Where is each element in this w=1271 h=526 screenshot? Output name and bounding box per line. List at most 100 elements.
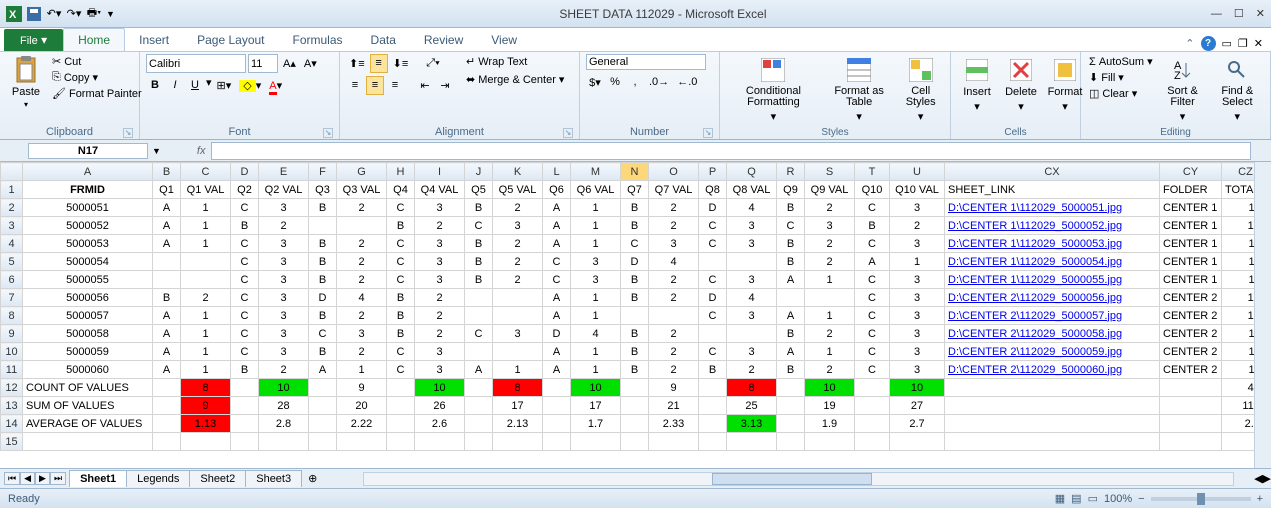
header-cell[interactable]: Q5 xyxy=(465,181,493,199)
data-cell[interactable] xyxy=(727,325,777,343)
header-cell[interactable]: Q3 VAL xyxy=(337,181,387,199)
data-cell[interactable]: 2 xyxy=(337,307,387,325)
data-cell[interactable]: 2 xyxy=(649,289,699,307)
data-cell[interactable]: 5000060 xyxy=(23,361,153,379)
data-cell[interactable]: B xyxy=(621,361,649,379)
data-cell[interactable]: B xyxy=(387,289,415,307)
data-cell[interactable]: 2 xyxy=(805,199,855,217)
data-cell[interactable]: 3 xyxy=(415,235,465,253)
copy-button[interactable]: ⎘ Copy ▾ xyxy=(50,70,144,85)
data-cell[interactable]: 3 xyxy=(415,253,465,271)
minimize-icon[interactable]: — xyxy=(1211,8,1222,20)
data-cell[interactable]: C xyxy=(621,235,649,253)
data-cell[interactable]: 5000058 xyxy=(23,325,153,343)
col-header-O[interactable]: O xyxy=(649,163,699,181)
data-cell[interactable]: 2 xyxy=(337,199,387,217)
col-header-G[interactable]: G xyxy=(337,163,387,181)
sheet-link[interactable]: D:\CENTER 2\112029_5000058.jpg xyxy=(945,325,1160,343)
summary-cell[interactable]: 26 xyxy=(415,397,465,415)
data-cell[interactable] xyxy=(309,217,337,235)
data-cell[interactable]: 1 xyxy=(181,325,231,343)
align-bottom-icon[interactable]: ⬇≡ xyxy=(390,54,412,73)
data-cell[interactable]: 3 xyxy=(259,271,309,289)
data-cell[interactable]: 3 xyxy=(259,325,309,343)
summary-cell[interactable]: 17 xyxy=(571,397,621,415)
data-cell[interactable]: 3 xyxy=(259,199,309,217)
data-cell[interactable]: A xyxy=(543,307,571,325)
redo-icon[interactable]: ↷▾ xyxy=(66,6,82,22)
data-cell[interactable]: 3 xyxy=(259,235,309,253)
increase-font-icon[interactable]: A▴ xyxy=(280,54,299,73)
undo-icon[interactable]: ↶▾ xyxy=(46,6,62,22)
summary-cell[interactable]: 10 xyxy=(890,379,945,397)
increase-indent-icon[interactable]: ⇥ xyxy=(436,76,454,95)
summary-cell[interactable]: 10 xyxy=(259,379,309,397)
sheet-link[interactable]: D:\CENTER 1\112029_5000054.jpg xyxy=(945,253,1160,271)
font-size-input[interactable] xyxy=(248,54,278,73)
select-all-corner[interactable] xyxy=(1,163,23,181)
data-cell[interactable]: 1 xyxy=(571,217,621,235)
data-cell[interactable]: A xyxy=(543,199,571,217)
data-cell[interactable]: 1 xyxy=(571,289,621,307)
row-header-8[interactable]: 8 xyxy=(1,307,23,325)
data-cell[interactable]: 2 xyxy=(649,217,699,235)
data-cell[interactable]: D xyxy=(699,199,727,217)
data-cell[interactable]: A xyxy=(777,271,805,289)
data-cell[interactable]: A xyxy=(543,235,571,253)
align-center-icon[interactable]: ≡ xyxy=(366,76,384,95)
data-cell[interactable] xyxy=(153,253,181,271)
row-header-10[interactable]: 10 xyxy=(1,343,23,361)
summary-cell[interactable]: 1.9 xyxy=(805,415,855,433)
data-cell[interactable]: 2 xyxy=(493,253,543,271)
header-cell[interactable]: Q2 VAL xyxy=(259,181,309,199)
data-cell[interactable]: D xyxy=(543,325,571,343)
data-cell[interactable]: C xyxy=(231,271,259,289)
data-cell[interactable]: B xyxy=(621,343,649,361)
summary-cell[interactable]: 21 xyxy=(649,397,699,415)
summary-cell[interactable]: 9 xyxy=(181,397,231,415)
underline-button[interactable]: U xyxy=(186,76,204,95)
view-normal-icon[interactable]: ▦ xyxy=(1055,492,1065,505)
data-cell[interactable]: 3 xyxy=(890,325,945,343)
data-cell[interactable]: A xyxy=(153,343,181,361)
name-box[interactable]: N17 xyxy=(28,143,148,159)
new-sheet-icon[interactable]: ⊕ xyxy=(302,472,323,485)
data-cell[interactable]: 3 xyxy=(259,343,309,361)
sheet-link[interactable]: D:\CENTER 2\112029_5000059.jpg xyxy=(945,343,1160,361)
summary-cell[interactable]: 3.13 xyxy=(727,415,777,433)
col-header-C[interactable]: C xyxy=(181,163,231,181)
zoom-out-icon[interactable]: − xyxy=(1138,493,1144,505)
data-cell[interactable]: A xyxy=(777,343,805,361)
sheet-nav-next-icon[interactable]: ▶ xyxy=(35,472,50,485)
data-cell[interactable]: B xyxy=(309,343,337,361)
conditional-formatting-button[interactable]: Conditional Formatting▾ xyxy=(726,54,821,125)
data-cell[interactable]: B xyxy=(231,361,259,379)
data-cell[interactable]: 2 xyxy=(493,235,543,253)
tab-home[interactable]: Home xyxy=(63,28,125,51)
data-cell[interactable]: 2 xyxy=(890,217,945,235)
formula-bar[interactable] xyxy=(211,142,1251,160)
data-cell[interactable]: CENTER 2 xyxy=(1160,307,1222,325)
data-cell[interactable]: B xyxy=(153,289,181,307)
percent-icon[interactable]: % xyxy=(606,73,624,92)
data-cell[interactable]: CENTER 2 xyxy=(1160,325,1222,343)
data-cell[interactable]: 1 xyxy=(337,361,387,379)
sheet-tab-sheet3[interactable]: Sheet3 xyxy=(245,470,302,487)
italic-button[interactable]: I xyxy=(166,76,184,95)
header-cell[interactable]: FRMID xyxy=(23,181,153,199)
sheet-nav-last-icon[interactable]: ⏭ xyxy=(50,472,66,485)
data-cell[interactable]: 1 xyxy=(890,253,945,271)
save-icon[interactable] xyxy=(26,6,42,22)
data-cell[interactable]: C xyxy=(387,253,415,271)
tab-insert[interactable]: Insert xyxy=(125,29,183,51)
header-cell[interactable]: Q4 VAL xyxy=(415,181,465,199)
decrease-indent-icon[interactable]: ⇤ xyxy=(416,76,434,95)
view-page-break-icon[interactable]: ▭ xyxy=(1088,492,1098,505)
data-cell[interactable]: 2 xyxy=(649,271,699,289)
summary-cell[interactable]: 17 xyxy=(493,397,543,415)
header-cell[interactable]: SHEET_LINK xyxy=(945,181,1160,199)
data-cell[interactable]: 2 xyxy=(649,361,699,379)
data-cell[interactable]: 2 xyxy=(337,253,387,271)
data-cell[interactable]: 2 xyxy=(805,325,855,343)
summary-cell[interactable]: 2.22 xyxy=(337,415,387,433)
